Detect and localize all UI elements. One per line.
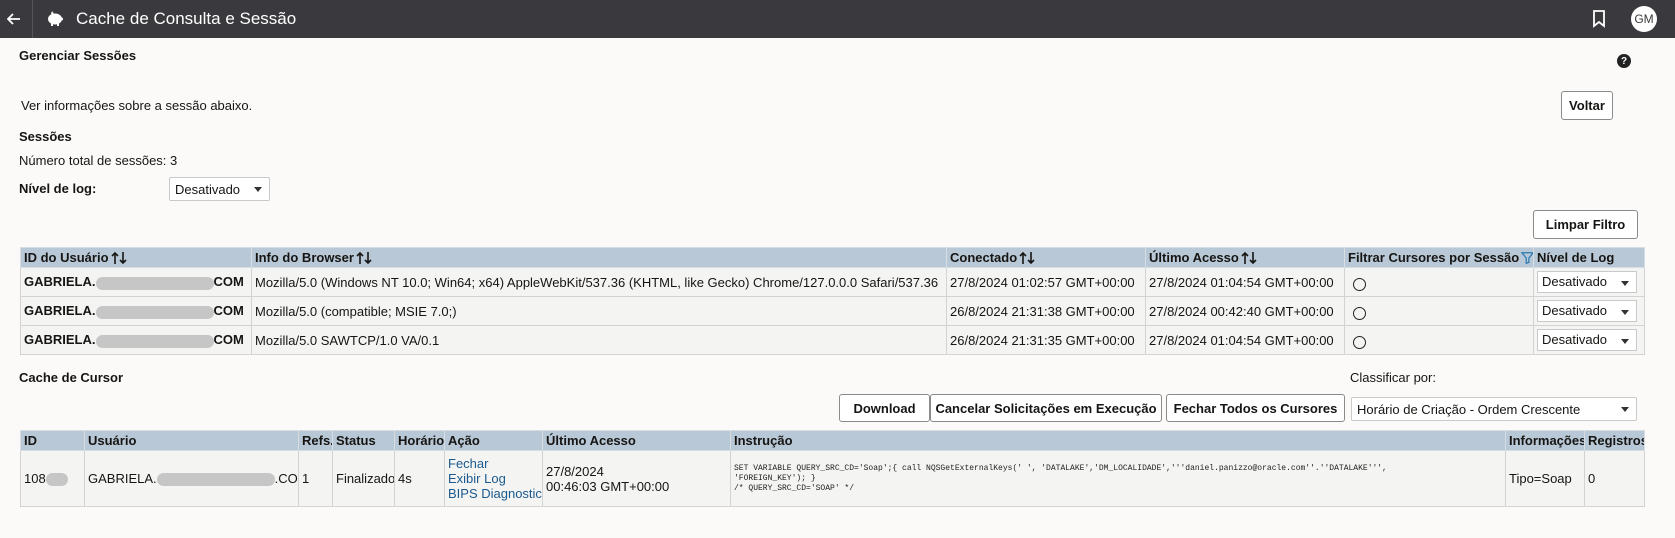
connected-cell: 26/8/2024 21:31:38 GMT+00:00 bbox=[946, 296, 1146, 326]
section-title: Gerenciar Sessões bbox=[19, 48, 137, 63]
col-records: Registros bbox=[1584, 430, 1645, 451]
col-user: Usuário bbox=[84, 430, 299, 451]
cancel-running-requests-button[interactable]: Cancelar Solicitações em Execução bbox=[930, 394, 1162, 422]
sort-icon bbox=[356, 252, 372, 265]
table-row: GABRIELA. COM Mozilla/5.0 SAWTCP/1.0 VA/0… bbox=[20, 325, 1645, 355]
chevron-down-icon bbox=[1621, 339, 1629, 344]
user-avatar[interactable]: GM bbox=[1631, 6, 1657, 32]
table-row: GABRIELA. COM Mozilla/5.0 (compatible; MS… bbox=[20, 296, 1645, 326]
app-header: Cache de Consulta e Sessão GM bbox=[0, 0, 1675, 38]
user-id-cell: GABRIELA. COM bbox=[20, 296, 252, 326]
col-time: Horário bbox=[394, 430, 445, 451]
sort-by-value: Horário de Criação - Ordem Crescente bbox=[1357, 401, 1581, 417]
bookmark-icon[interactable] bbox=[1592, 10, 1606, 28]
col-action: Ação bbox=[444, 430, 543, 451]
table-row: GABRIELA. COM Mozilla/5.0 (Windows NT 10.… bbox=[20, 267, 1645, 297]
log-level-cell: Desativado bbox=[1533, 296, 1645, 326]
table-row: 108 GABRIELA..COM 1 Finalizado 4s Fechar… bbox=[20, 450, 1645, 507]
filter-cell bbox=[1344, 325, 1534, 355]
browser-cell: Mozilla/5.0 (Windows NT 10.0; Win64; x64… bbox=[251, 267, 947, 297]
col-info: Informações bbox=[1505, 430, 1585, 451]
sessions-heading: Sessões bbox=[19, 129, 72, 144]
sessions-table: ID do Usuário Info do Browser Conectado … bbox=[20, 247, 1645, 355]
sort-by-select[interactable]: Horário de Criação - Ordem Crescente bbox=[1351, 397, 1637, 421]
connected-cell: 27/8/2024 01:02:57 GMT+00:00 bbox=[946, 267, 1146, 297]
redacted-block bbox=[95, 305, 214, 319]
last-access-cell: 27/8/2024 01:04:54 GMT+00:00 bbox=[1145, 267, 1345, 297]
col-user-id[interactable]: ID do Usuário bbox=[20, 247, 252, 268]
chevron-down-icon bbox=[1621, 407, 1629, 412]
sort-by-label: Classificar por: bbox=[1350, 370, 1436, 385]
log-level-cell: Desativado bbox=[1533, 325, 1645, 355]
filter-cell bbox=[1344, 267, 1534, 297]
redacted-block bbox=[95, 334, 214, 348]
col-last-access[interactable]: Último Acesso bbox=[1145, 247, 1345, 268]
total-sessions: Número total de sessões: 3 bbox=[19, 153, 178, 168]
row-log-level-select[interactable]: Desativado bbox=[1537, 271, 1637, 293]
download-button[interactable]: Download bbox=[839, 394, 930, 422]
row-log-level-select[interactable]: Desativado bbox=[1537, 300, 1637, 322]
browser-cell: Mozilla/5.0 SAWTCP/1.0 VA/0.1 bbox=[251, 325, 947, 355]
filter-radio[interactable] bbox=[1353, 306, 1366, 320]
records-cell: 0 bbox=[1584, 450, 1645, 507]
connected-cell: 26/8/2024 21:31:35 GMT+00:00 bbox=[946, 325, 1146, 355]
instruction-cell: SET VARIABLE QUERY_SRC_CD='Soap';{ call … bbox=[730, 450, 1506, 507]
row-log-level-select[interactable]: Desativado bbox=[1537, 329, 1637, 351]
log-level-value: Desativado bbox=[175, 181, 241, 197]
header-divider bbox=[32, 0, 33, 38]
filter-radio[interactable] bbox=[1353, 277, 1366, 291]
close-all-cursors-button[interactable]: Fechar Todos os Cursores bbox=[1166, 394, 1345, 422]
redacted-block bbox=[95, 276, 214, 290]
cursor-cache-table: ID Usuário Refs. Status Horário Ação Últ… bbox=[20, 430, 1645, 507]
last-access-cell: 27/8/2024 01:04:54 GMT+00:00 bbox=[1145, 325, 1345, 355]
action-cell: Fechar Exibir Log BIPS Diagnostics bbox=[444, 450, 543, 507]
col-connected[interactable]: Conectado bbox=[946, 247, 1146, 268]
chevron-down-icon bbox=[1621, 281, 1629, 286]
browser-cell: Mozilla/5.0 (compatible; MSIE 7.0;) bbox=[251, 296, 947, 326]
log-level-cell: Desativado bbox=[1533, 267, 1645, 297]
last-access-cell: 27/8/2024 00:46:03 GMT+00:00 bbox=[542, 450, 731, 507]
filter-radio[interactable] bbox=[1353, 335, 1366, 349]
col-id: ID bbox=[20, 430, 85, 451]
status-cell: Finalizado bbox=[332, 450, 395, 507]
chevron-down-icon bbox=[254, 187, 262, 192]
col-instruction: Instrução bbox=[730, 430, 1506, 451]
back-button[interactable]: Voltar bbox=[1561, 91, 1613, 120]
time-cell: 4s bbox=[394, 450, 445, 507]
close-cursor-link[interactable]: Fechar bbox=[448, 456, 539, 471]
log-level-label: Nível de log: bbox=[19, 181, 97, 196]
col-refs: Refs. bbox=[298, 430, 333, 451]
redacted-block bbox=[156, 473, 275, 487]
user-id-cell: GABRIELA. COM bbox=[20, 325, 252, 355]
bips-diagnostics-link[interactable]: BIPS Diagnostics bbox=[448, 486, 542, 501]
sort-icon bbox=[1019, 252, 1035, 265]
back-arrow-icon[interactable] bbox=[0, 0, 28, 38]
col-status: Status bbox=[332, 430, 395, 451]
help-icon[interactable]: ? bbox=[1617, 54, 1631, 68]
log-level-select[interactable]: Desativado bbox=[169, 177, 270, 201]
col-filter-cursors[interactable]: Filtrar Cursores por Sessão bbox=[1344, 247, 1534, 268]
page-title: Cache de Consulta e Sessão bbox=[76, 9, 297, 28]
clear-filter-button[interactable]: Limpar Filtro bbox=[1533, 210, 1638, 239]
redacted-block bbox=[45, 473, 68, 487]
filter-cell bbox=[1344, 296, 1534, 326]
user-id-cell: GABRIELA. COM bbox=[20, 267, 252, 297]
view-log-link[interactable]: Exibir Log bbox=[448, 471, 539, 486]
piggy-bank-icon bbox=[46, 11, 64, 27]
info-cell: Tipo=Soap bbox=[1505, 450, 1585, 507]
sort-icon bbox=[1241, 252, 1257, 265]
cursor-id-cell: 108 bbox=[20, 450, 85, 507]
intro-text: Ver informações sobre a sessão abaixo. bbox=[21, 98, 253, 113]
col-log-level: Nível de Log bbox=[1533, 247, 1645, 268]
col-browser-info[interactable]: Info do Browser bbox=[251, 247, 947, 268]
chevron-down-icon bbox=[1621, 310, 1629, 315]
sort-icon bbox=[110, 252, 127, 265]
refs-cell: 1 bbox=[298, 450, 333, 507]
cursor-user-cell: GABRIELA..COM bbox=[84, 450, 299, 507]
last-access-cell: 27/8/2024 00:42:40 GMT+00:00 bbox=[1145, 296, 1345, 326]
cursor-cache-heading: Cache de Cursor bbox=[19, 370, 124, 385]
col-last-access: Último Acesso bbox=[542, 430, 731, 451]
filter-icon bbox=[1521, 252, 1533, 265]
